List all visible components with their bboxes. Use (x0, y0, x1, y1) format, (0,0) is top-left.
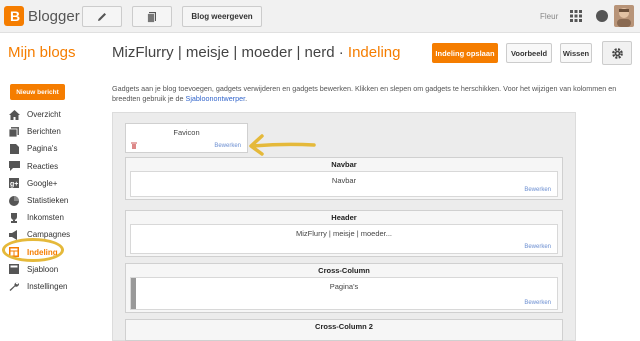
edit-link[interactable]: Bewerken (524, 244, 551, 250)
pencil-icon (98, 12, 106, 21)
settings-button[interactable] (602, 41, 632, 65)
edit-link[interactable]: Bewerken (524, 187, 551, 193)
edit-link[interactable]: Bewerken (214, 143, 241, 149)
sidebar-item-label: Inkomsten (27, 213, 64, 223)
header-section: Header MizFlurry | meisje | moeder... Be… (125, 210, 563, 257)
section-title: Navbar (331, 160, 357, 169)
posts-list-button[interactable] (132, 6, 172, 27)
top-bar: B Blogger Blog weergeven Fleur (0, 0, 640, 33)
blogger-logo-icon[interactable]: B (4, 6, 24, 26)
documents-icon (147, 11, 156, 23)
gadget-title: Pagina's (329, 282, 359, 291)
stats-icon (8, 195, 20, 206)
header-gadget[interactable]: MizFlurry | meisje | moeder... Bewerken (130, 224, 558, 254)
sidebar-item-posts[interactable]: Berichten (8, 123, 104, 140)
trophy-icon (8, 212, 20, 223)
new-post-pencil-button[interactable] (82, 6, 122, 27)
sidebar-item-label: Berichten (27, 127, 61, 137)
view-blog-button[interactable]: Blog weergeven (182, 6, 262, 27)
home-icon (8, 109, 20, 120)
brand-name: Blogger (28, 8, 80, 25)
favicon-gadget[interactable]: Favicon Bewerken (125, 123, 248, 153)
new-post-button[interactable]: Nieuw bericht (10, 84, 65, 100)
section-name: Indeling (347, 44, 401, 61)
sidebar-item-label: Pagina's (27, 144, 58, 154)
cross-column-2-section: Cross-Column 2 (125, 319, 563, 341)
title-separator: · (338, 44, 344, 61)
user-name[interactable]: Fleur (540, 12, 558, 21)
navbar-gadget[interactable]: Navbar Bewerken (130, 171, 558, 197)
avatar[interactable] (614, 5, 634, 27)
sidebar-item-label: Statistieken (27, 196, 69, 206)
edit-link[interactable]: Bewerken (524, 300, 551, 306)
sidebar-item-stats[interactable]: Statistieken (8, 192, 104, 209)
sidebar-item-label: Overzicht (27, 110, 61, 120)
save-layout-button[interactable]: Indeling opslaan (432, 43, 498, 63)
sidebar-item-settings[interactable]: Instellingen (8, 278, 104, 295)
section-title: Cross-Column 2 (315, 322, 373, 331)
sidebar-item-template[interactable]: Sjabloon (8, 261, 104, 278)
blog-name: MizFlurry | meisje | moeder | nerd (112, 44, 335, 61)
template-designer-link[interactable]: Sjabloonontwerper (186, 94, 246, 103)
annotation-circle (2, 238, 64, 262)
sidebar-item-overview[interactable]: Overzicht (8, 106, 104, 123)
sidebar-nav: Overzicht Berichten Pagina's Reacties g+… (8, 106, 104, 295)
section-title: Header (331, 213, 357, 222)
sidebar-item-earnings[interactable]: Inkomsten (8, 209, 104, 226)
gadget-title: MizFlurry | meisje | moeder... (296, 229, 392, 238)
sidebar-item-label: Google+ (27, 178, 58, 188)
google-plus-icon: g+ (8, 178, 20, 189)
trash-icon[interactable] (131, 142, 137, 149)
clear-button[interactable]: Wissen (560, 43, 592, 63)
gear-icon (611, 47, 623, 59)
page-title: MizFlurry | meisje | moeder | nerd · Ind… (112, 44, 400, 61)
preview-button[interactable]: Voorbeeld (506, 43, 552, 63)
wrench-icon (8, 281, 20, 292)
sidebar-item-pages[interactable]: Pagina's (8, 140, 104, 157)
apps-grid-icon[interactable] (570, 10, 582, 22)
gadget-title: Navbar (331, 176, 357, 185)
gadget-title: Favicon (173, 128, 200, 137)
sidebar-item-comments[interactable]: Reacties (8, 158, 104, 175)
comments-icon (8, 161, 20, 172)
pages-icon (8, 143, 20, 154)
sidebar-item-label: Reacties (27, 161, 59, 171)
sidebar-item-label: Sjabloon (27, 264, 59, 274)
cross-column-section: Cross-Column Pagina's Bewerken (125, 263, 563, 313)
navbar-section: Navbar Navbar Bewerken (125, 157, 563, 200)
pages-gadget[interactable]: Pagina's Bewerken (130, 277, 558, 310)
intro-end: . (245, 94, 248, 103)
section-title: Cross-Column (318, 266, 370, 275)
sidebar-item-label: Instellingen (27, 281, 68, 291)
notifications-icon[interactable] (596, 10, 608, 22)
annotation-arrow (249, 134, 316, 156)
layout-canvas: Favicon Bewerken Navbar Navbar Bewerken … (112, 112, 576, 341)
template-icon (8, 264, 20, 275)
svg-text:g+: g+ (10, 181, 18, 188)
posts-icon (8, 126, 20, 137)
my-blogs-link[interactable]: Mijn blogs (8, 44, 76, 61)
sidebar-item-google-plus[interactable]: g+ Google+ (8, 175, 104, 192)
intro-text: Gadgets aan je blog toevoegen, gadgets v… (112, 84, 627, 104)
